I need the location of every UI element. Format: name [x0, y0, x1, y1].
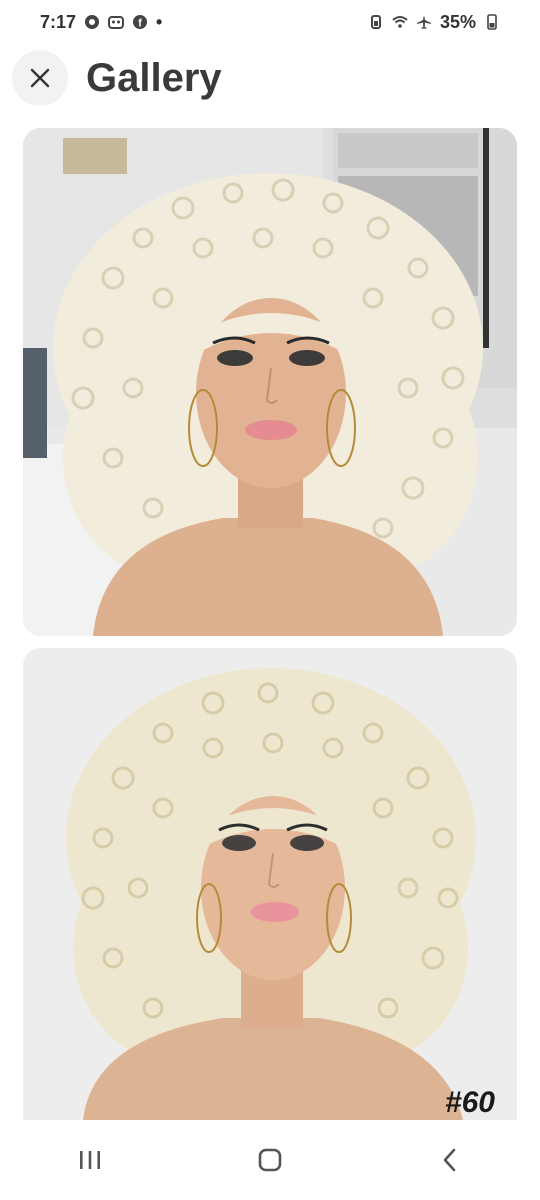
gallery-header: Gallery [0, 48, 540, 108]
home-button[interactable] [240, 1135, 300, 1185]
page-title: Gallery [86, 55, 222, 100]
close-icon [30, 68, 50, 88]
back-icon [443, 1148, 456, 1172]
status-bar: 7:17 f • 35% [0, 0, 540, 44]
svg-text:f: f [138, 18, 142, 30]
app-icon [108, 16, 125, 29]
battery-icon [487, 14, 497, 30]
gallery-image-2[interactable]: #60 [23, 648, 517, 1120]
wig-photo-1 [23, 128, 517, 636]
dot-icon: • [156, 12, 163, 32]
gallery-image-1[interactable] [23, 128, 517, 636]
wig-photo-2 [23, 648, 517, 1120]
battery-percent: 35% [439, 11, 476, 32]
navigation-bar [0, 1120, 540, 1200]
facebook-icon: f [133, 15, 148, 30]
back-button[interactable] [420, 1135, 480, 1185]
battery-saver-icon [370, 15, 381, 29]
chrome-icon [85, 15, 100, 29]
recent-apps-button[interactable] [60, 1135, 120, 1185]
status-right: 35% [368, 12, 500, 33]
recent-apps-icon [80, 1151, 100, 1169]
status-left: 7:17 f • [40, 12, 162, 33]
wifi-icon [392, 16, 408, 28]
close-button[interactable] [12, 50, 68, 106]
status-time: 7:17 [40, 11, 77, 32]
airplane-icon [416, 15, 431, 29]
home-icon [258, 1148, 282, 1172]
color-code-label: #60 [444, 1086, 495, 1119]
